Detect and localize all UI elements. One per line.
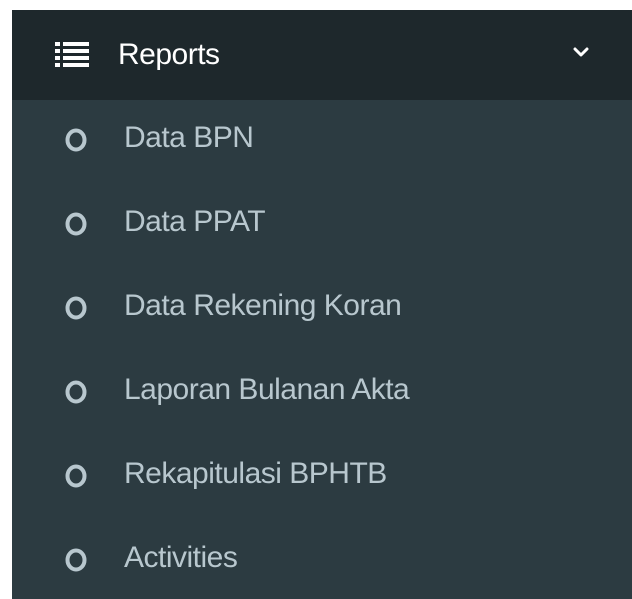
menu-title: Reports [118,38,220,71]
submenu-item-data-bpn[interactable]: Data BPN [12,100,632,184]
submenu-item-label: Laporan Bulanan Akta [124,373,410,406]
submenu-item-data-rekening-koran[interactable]: Data Rekening Koran [12,268,632,352]
submenu-item-label: Data PPAT [124,205,266,238]
submenu-item-label: Activities [124,541,238,574]
submenu-item-rekapitulasi-bphtb[interactable]: Rekapitulasi BPHTB [12,436,632,520]
submenu-item-label: Data Rekening Koran [124,289,402,322]
chevron-down-icon[interactable] [573,44,589,60]
circle-outline-icon [65,212,87,236]
circle-outline-icon [65,380,87,404]
submenu-item-activities[interactable]: Activities [12,520,632,599]
sidebar-menu: Reports Data BPN Data PPAT Data Rekening… [12,10,632,599]
submenu-item-label: Data BPN [124,121,254,154]
circle-outline-icon [65,464,87,488]
submenu-item-label: Rekapitulasi BPHTB [124,457,387,490]
menu-toggle-reports[interactable]: Reports [12,10,632,100]
submenu-item-laporan-bulanan-akta[interactable]: Laporan Bulanan Akta [12,352,632,436]
circle-outline-icon [65,548,87,572]
circle-outline-icon [65,128,87,152]
list-icon [55,42,89,67]
submenu-item-data-ppat[interactable]: Data PPAT [12,184,632,268]
circle-outline-icon [65,296,87,320]
